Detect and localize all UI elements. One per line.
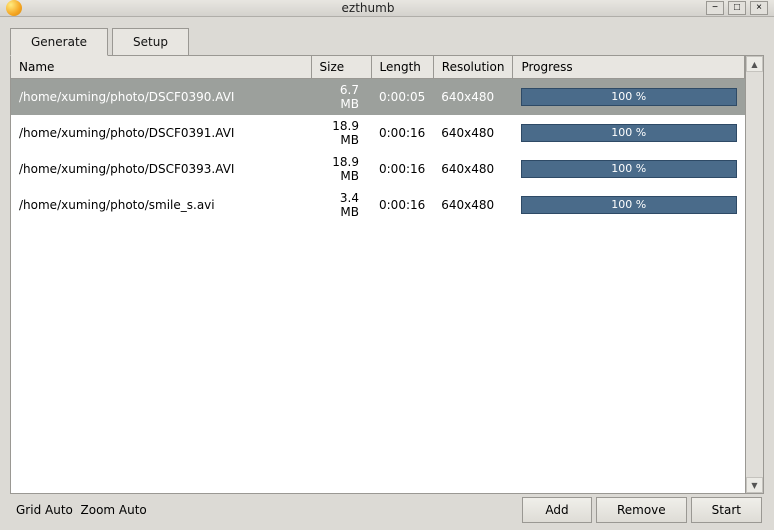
- cell-resolution: 640x480: [433, 79, 513, 116]
- table-row[interactable]: /home/xuming/photo/DSCF0393.AVI18.9 MB0:…: [11, 151, 745, 187]
- close-button[interactable]: ×: [750, 1, 768, 15]
- table-wrap: Name Size Length Resolution Progress /ho…: [11, 56, 763, 493]
- cell-length: 0:00:16: [371, 115, 433, 151]
- cell-resolution: 640x480: [433, 187, 513, 223]
- start-button[interactable]: Start: [691, 497, 762, 523]
- window-controls: − □ ×: [706, 1, 768, 15]
- app-icon: [6, 0, 22, 16]
- tab-bar: Generate Setup: [10, 27, 764, 55]
- add-button[interactable]: Add: [522, 497, 592, 523]
- window-title: ezthumb: [30, 1, 706, 15]
- scroll-up-arrow-icon[interactable]: ▲: [746, 56, 763, 72]
- cell-name: /home/xuming/photo/smile_s.avi: [11, 187, 311, 223]
- col-header-progress[interactable]: Progress: [513, 56, 745, 79]
- tab-generate[interactable]: Generate: [10, 28, 108, 56]
- table-body: /home/xuming/photo/DSCF0390.AVI6.7 MB0:0…: [11, 79, 745, 494]
- progress-bar: 100 %: [521, 196, 737, 214]
- minimize-button[interactable]: −: [706, 1, 724, 15]
- progress-bar: 100 %: [521, 88, 737, 106]
- cell-name: /home/xuming/photo/DSCF0393.AVI: [11, 151, 311, 187]
- tab-setup[interactable]: Setup: [112, 28, 189, 56]
- table-row[interactable]: /home/xuming/photo/DSCF0391.AVI18.9 MB0:…: [11, 115, 745, 151]
- cell-progress: 100 %: [513, 79, 745, 116]
- progress-bar: 100 %: [521, 160, 737, 178]
- col-header-resolution[interactable]: Resolution: [433, 56, 513, 79]
- cell-length: 0:00:16: [371, 151, 433, 187]
- cell-progress: 100 %: [513, 151, 745, 187]
- file-table: Name Size Length Resolution Progress /ho…: [11, 56, 745, 493]
- table-filler: [11, 223, 745, 493]
- col-header-size[interactable]: Size: [311, 56, 371, 79]
- cell-resolution: 640x480: [433, 115, 513, 151]
- cell-resolution: 640x480: [433, 151, 513, 187]
- status-bar: Grid Auto Zoom Auto Add Remove Start: [10, 496, 764, 524]
- progress-bar: 100 %: [521, 124, 737, 142]
- table-row[interactable]: /home/xuming/photo/DSCF0390.AVI6.7 MB0:0…: [11, 79, 745, 116]
- cell-name: /home/xuming/photo/DSCF0391.AVI: [11, 115, 311, 151]
- cell-size: 18.9 MB: [311, 151, 371, 187]
- cell-progress: 100 %: [513, 187, 745, 223]
- remove-button[interactable]: Remove: [596, 497, 687, 523]
- cell-name: /home/xuming/photo/DSCF0390.AVI: [11, 79, 311, 116]
- table-row[interactable]: /home/xuming/photo/smile_s.avi3.4 MB0:00…: [11, 187, 745, 223]
- cell-size: 6.7 MB: [311, 79, 371, 116]
- cell-length: 0:00:05: [371, 79, 433, 116]
- cell-progress: 100 %: [513, 115, 745, 151]
- main-panel: Name Size Length Resolution Progress /ho…: [10, 55, 764, 494]
- col-header-length[interactable]: Length: [371, 56, 433, 79]
- vertical-scrollbar[interactable]: ▲ ▼: [745, 56, 763, 493]
- scroll-down-arrow-icon[interactable]: ▼: [746, 477, 763, 493]
- maximize-button[interactable]: □: [728, 1, 746, 15]
- col-header-name[interactable]: Name: [11, 56, 311, 79]
- cell-size: 3.4 MB: [311, 187, 371, 223]
- cell-length: 0:00:16: [371, 187, 433, 223]
- scroll-track[interactable]: [746, 72, 763, 477]
- content-area: Generate Setup Name Size Length Resoluti…: [0, 17, 774, 530]
- table-header-row: Name Size Length Resolution Progress: [11, 56, 745, 79]
- cell-size: 18.9 MB: [311, 115, 371, 151]
- titlebar: ezthumb − □ ×: [0, 0, 774, 17]
